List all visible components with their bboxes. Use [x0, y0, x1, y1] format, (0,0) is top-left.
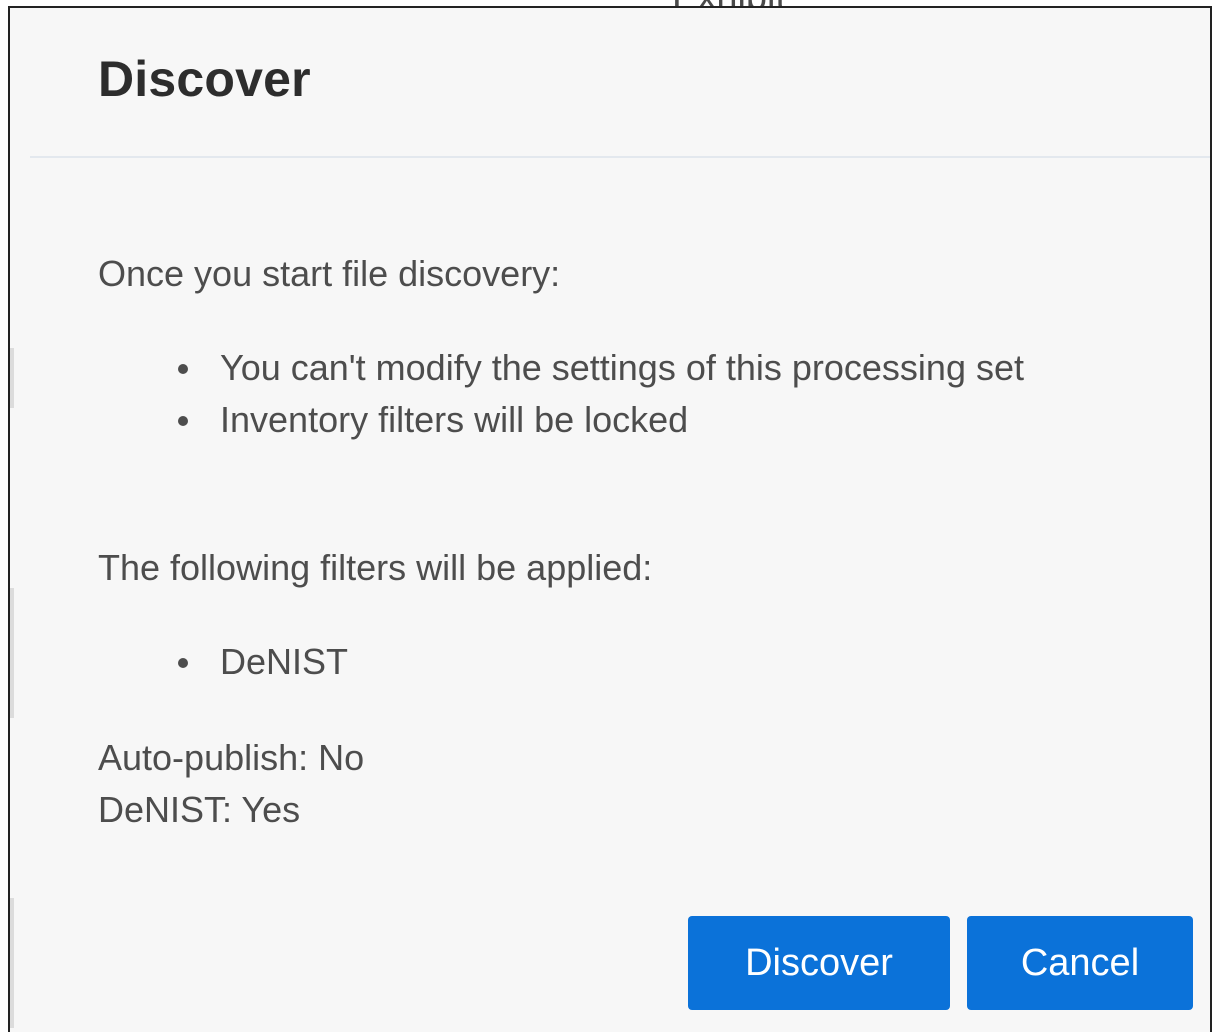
list-item: DeNIST	[170, 636, 1130, 688]
setting-denist: DeNIST: Yes	[98, 789, 301, 830]
title-divider	[30, 156, 1210, 158]
background-edge-sliver	[10, 898, 14, 1028]
background-edge-sliver	[10, 348, 14, 408]
bullet-icon	[178, 658, 188, 668]
settings-summary: Auto-publish: No DeNIST: Yes	[98, 732, 364, 836]
discover-dialog: Discover Once you start file discovery: …	[8, 6, 1212, 1032]
filters-heading-text: The following filters will be applied:	[98, 547, 653, 588]
applied-filters-list: DeNIST	[170, 636, 1130, 688]
list-item: Inventory filters will be locked	[170, 394, 1130, 446]
discovery-intro-text: Once you start file discovery:	[98, 253, 561, 294]
dialog-title: Discover	[98, 51, 311, 107]
setting-auto-publish: Auto-publish: No	[98, 737, 365, 778]
warning-text: Inventory filters will be locked	[220, 399, 689, 440]
list-item: You can't modify the settings of this pr…	[170, 342, 1130, 394]
discover-button[interactable]: Discover	[688, 916, 950, 1010]
cancel-button[interactable]: Cancel	[967, 916, 1193, 1010]
filter-text: DeNIST	[220, 641, 349, 682]
warning-text: You can't modify the settings of this pr…	[220, 347, 1024, 388]
bullet-icon	[178, 364, 188, 374]
background-edge-sliver	[10, 588, 14, 718]
discovery-warning-list: You can't modify the settings of this pr…	[170, 342, 1130, 446]
bullet-icon	[178, 416, 188, 426]
